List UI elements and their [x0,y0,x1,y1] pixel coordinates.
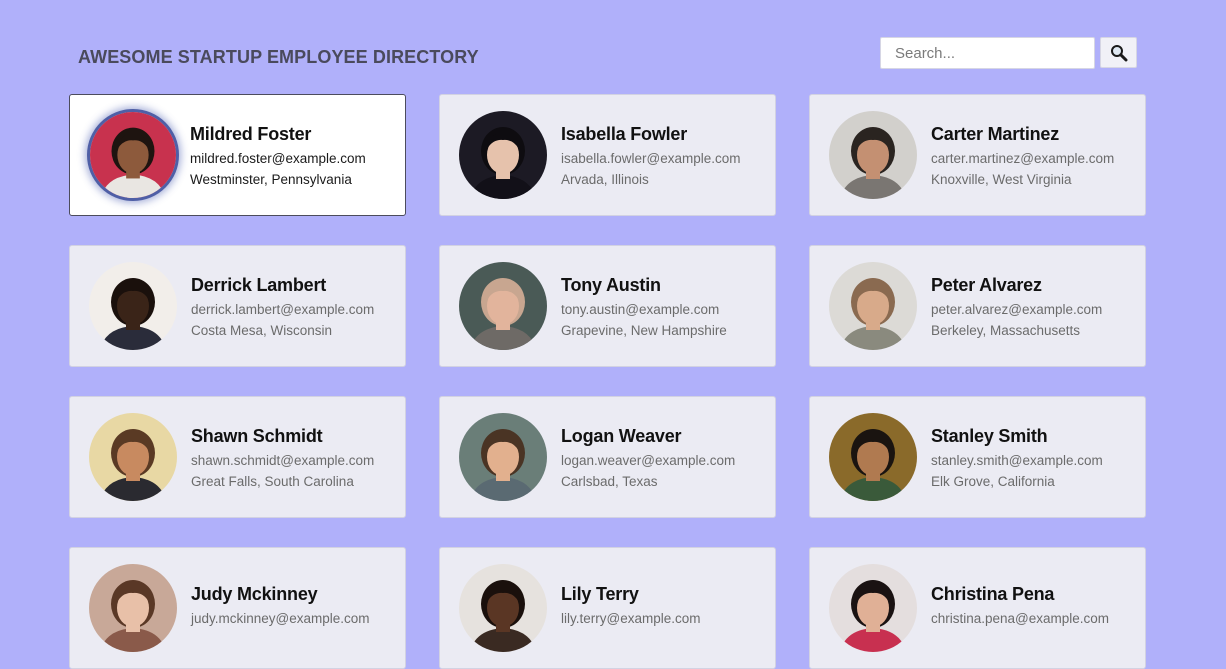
employee-info: Derrick Lambert derrick.lambert@example.c… [191,275,374,338]
employee-email: christina.pena@example.com [931,611,1110,626]
employee-avatar [90,112,176,198]
employee-info: Carter Martinez carter.martinez@example.c… [931,124,1114,187]
employee-info: Peter Alvarez peter.alvarez@example.com Be… [931,275,1102,338]
employee-card[interactable]: Isabella Fowler isabella.fowler@example.c… [439,94,776,216]
employee-card[interactable]: Christina Pena christina.pena@example.com [809,547,1146,669]
employee-name: Logan Weaver [561,425,682,446]
employee-name: Lily Terry [561,584,639,604]
employee-email: tony.austin@example.com [561,301,720,317]
employee-avatar [459,111,547,199]
employee-card[interactable]: Tony Austin tony.austin@example.com Grapev… [439,245,776,367]
employee-avatar [459,262,547,350]
employee-email: derrick.lambert@example.com [191,301,375,317]
employee-location: Knoxville, West Virginia [931,171,1072,187]
employee-location: Grapevine, New Hampshire [561,322,727,338]
employee-email: carter.martinez@example.com [931,150,1115,166]
employee-email: isabella.fowler@example.com [561,150,741,166]
employee-card[interactable]: Carter Martinez carter.martinez@example.c… [809,94,1146,216]
employee-card[interactable]: Lily Terry lily.terry@example.com [439,547,776,669]
employee-name: Tony Austin [561,274,661,295]
employee-info: Logan Weaver logan.weaver@example.com Carl… [561,426,735,489]
employee-email: mildred.foster@example.com [190,150,366,166]
page-title: AWESOME STARTUP EMPLOYEE DIRECTORY [78,47,479,67]
employee-card[interactable]: Mildred Foster mildred.foster@example.com… [69,94,406,216]
employee-avatar [829,413,917,501]
employee-info: Christina Pena christina.pena@example.com [931,584,1109,632]
employee-avatar [829,111,917,199]
employee-name: Mildred Foster [190,123,312,144]
employee-info: Isabella Fowler isabella.fowler@example.c… [561,124,741,187]
employee-location: Costa Mesa, Wisconsin [191,322,333,338]
employee-card[interactable]: Judy Mckinney judy.mckinney@example.com [69,547,406,669]
employee-card[interactable]: Peter Alvarez peter.alvarez@example.com Be… [809,245,1146,367]
employee-name: Isabella Fowler [561,123,688,144]
employee-email: judy.mckinney@example.com [191,611,370,626]
employee-name: Shawn Schmidt [191,425,323,446]
employee-info: Tony Austin tony.austin@example.com Grapev… [561,275,727,338]
employee-card[interactable]: Stanley Smith stanley.smith@example.com El… [809,396,1146,518]
employee-email: shawn.schmidt@example.com [191,452,375,468]
employee-gallery: Mildred Foster mildred.foster@example.com… [69,94,1146,669]
employee-info: Lily Terry lily.terry@example.com [561,584,700,632]
search-button[interactable] [1100,37,1137,68]
employee-location: Westminster, Pennsylvania [190,171,352,187]
employee-info: Mildred Foster mildred.foster@example.com… [190,124,366,187]
employee-name: Carter Martinez [931,123,1060,144]
employee-location: Great Falls, South Carolina [191,473,354,489]
employee-card[interactable]: Logan Weaver logan.weaver@example.com Carl… [439,396,776,518]
employee-name: Stanley Smith [931,425,1048,446]
employee-email: logan.weaver@example.com [561,452,736,468]
search-icon [1110,44,1127,61]
search-form [880,37,1137,69]
employee-info: Shawn Schmidt shawn.schmidt@example.com Gr… [191,426,374,489]
employee-avatar [89,564,177,652]
employee-avatar [89,413,177,501]
employee-email: lily.terry@example.com [561,611,701,626]
employee-email: peter.alvarez@example.com [931,301,1103,317]
employee-name: Christina Pena [931,584,1055,604]
employee-location: Berkeley, Massachusetts [931,322,1081,338]
employee-avatar [459,413,547,501]
employee-name: Peter Alvarez [931,274,1042,295]
employee-email: stanley.smith@example.com [931,452,1103,468]
employee-location: Elk Grove, California [931,473,1055,489]
employee-info: Stanley Smith stanley.smith@example.com El… [931,426,1103,489]
employee-avatar [459,564,547,652]
employee-name: Judy Mckinney [191,584,318,604]
employee-avatar [89,262,177,350]
employee-avatar [829,262,917,350]
employee-info: Judy Mckinney judy.mckinney@example.com [191,584,370,632]
employee-card[interactable]: Derrick Lambert derrick.lambert@example.c… [69,245,406,367]
employee-card[interactable]: Shawn Schmidt shawn.schmidt@example.com Gr… [69,396,406,518]
employee-location: Carlsbad, Texas [561,473,658,489]
employee-avatar [829,564,917,652]
employee-location: Arvada, Illinois [561,171,649,187]
search-input[interactable] [880,37,1095,69]
employee-name: Derrick Lambert [191,274,327,295]
